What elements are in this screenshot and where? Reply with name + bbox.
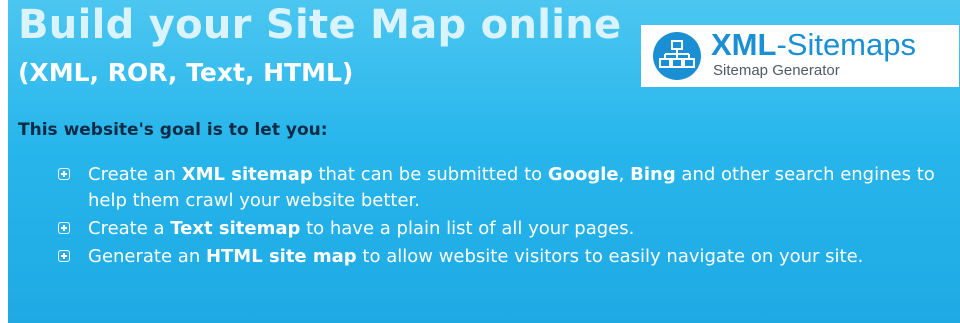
goal-list-item: Create a Text sitemap to have a plain li…	[58, 216, 953, 242]
page-title: Build your Site Map online	[18, 2, 622, 48]
goal-keyword: HTML site map	[205, 246, 357, 267]
logo-tagline: Sitemap Generator	[713, 62, 840, 79]
goal-keyword: XML sitemap	[181, 164, 313, 185]
logo-brand: XML-Sitemaps	[711, 28, 916, 62]
goal-list: Create an XML sitemap that can be submit…	[58, 162, 953, 272]
sitemap-tree-icon	[653, 32, 701, 80]
goal-text: to have a plain list of all your pages.	[300, 218, 635, 239]
logo-brand-bold: XML	[711, 27, 777, 62]
goal-keyword: Bing	[630, 164, 676, 185]
goal-list-item: Generate an HTML site map to allow websi…	[58, 244, 953, 270]
promo-banner: Build your Site Map online (XML, ROR, Te…	[8, 0, 960, 323]
goal-keyword: Google	[547, 164, 619, 185]
plus-square-icon	[58, 250, 70, 262]
logo-brand-rest: -Sitemaps	[776, 27, 916, 62]
goal-intro: This website's goal is to let you:	[18, 120, 328, 140]
page-subtitle: (XML, ROR, Text, HTML)	[18, 58, 354, 87]
xml-sitemaps-logo[interactable]: XML-Sitemaps Sitemap Generator	[641, 25, 959, 87]
plus-square-icon	[58, 222, 70, 234]
plus-square-icon	[58, 168, 70, 180]
goal-text: Create an	[88, 164, 182, 185]
goal-text: Create a	[88, 218, 171, 239]
goal-text: that can be submitted to	[312, 164, 548, 185]
goal-list-item: Create an XML sitemap that can be submit…	[58, 162, 953, 214]
goal-keyword: Text sitemap	[170, 218, 301, 239]
goal-text: Generate an	[88, 246, 206, 267]
goal-text: to allow website visitors to easily navi…	[356, 246, 864, 267]
goal-text: ,	[618, 164, 631, 185]
